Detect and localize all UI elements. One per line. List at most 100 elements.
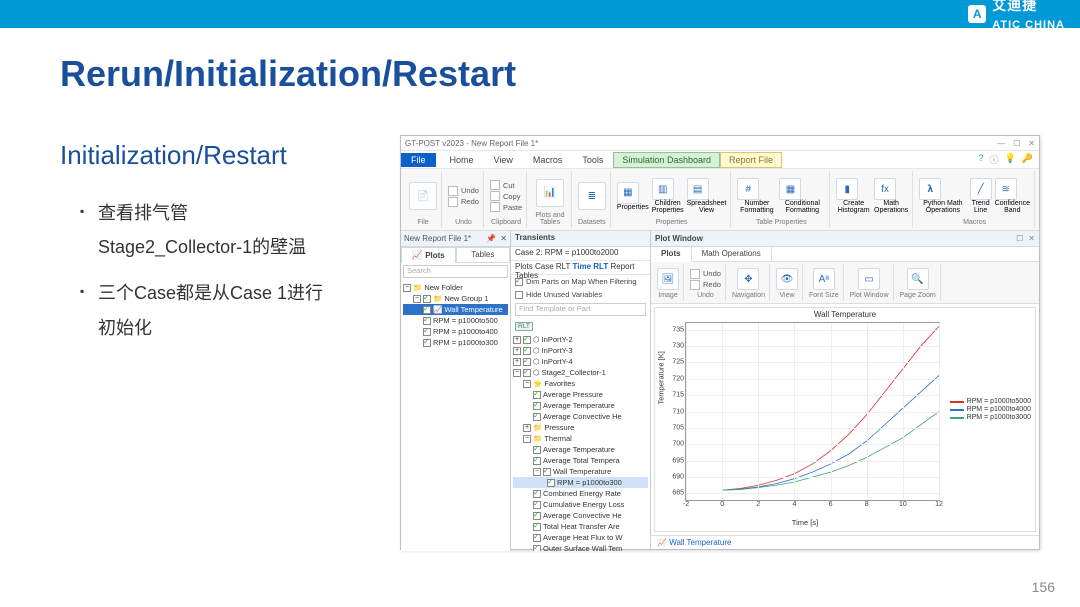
menubar: File Home View Macros Tools Simulation D… — [401, 151, 1039, 169]
maximize-icon[interactable]: ☐ — [1013, 139, 1020, 148]
file-icon[interactable]: 📄 — [409, 182, 437, 210]
tree-stage2[interactable]: −⬡ Stage2_Collector-1 — [513, 367, 648, 378]
cut-icon — [490, 180, 500, 190]
redo-icon — [690, 280, 700, 290]
rlt-tag: RLT — [515, 322, 533, 331]
close-panel-icon[interactable]: ✕ — [500, 234, 507, 243]
tree-rpm-selected[interactable]: RPM = p1000to300 — [513, 477, 648, 488]
close-icon[interactable]: ✕ — [1028, 139, 1035, 148]
tree-thermal[interactable]: −📁 Thermal — [513, 433, 648, 444]
case-line: Case 2: RPM = p1000to2000 — [511, 247, 650, 261]
plot-window-title: Plot Window — [655, 234, 703, 243]
navigation-icon[interactable]: ✥ — [737, 268, 759, 290]
number-format-icon[interactable]: # — [737, 178, 759, 200]
plot-tab-plots[interactable]: Plots — [651, 247, 692, 262]
plot-close-icon[interactable]: ✕ — [1028, 234, 1035, 243]
cut-button[interactable]: Cut — [490, 180, 522, 190]
chart-ylabel: Temperature [K] — [657, 351, 666, 404]
copy-button[interactable]: Copy — [490, 191, 522, 201]
undo-button[interactable]: Undo — [448, 186, 479, 196]
mid-tabs[interactable]: Plots Case RLT Time RLT Report Tables — [511, 261, 650, 275]
tab-simulation-dashboard[interactable]: Simulation Dashboard — [613, 152, 720, 168]
tree-avg-temp2[interactable]: Average Temperature — [513, 444, 648, 455]
find-template-input[interactable]: Find Template or Part — [515, 303, 646, 316]
tree-avg-total-temp[interactable]: Average Total Tempera — [513, 455, 648, 466]
tree-cum-energy[interactable]: Cumulative Energy Loss — [513, 499, 648, 510]
minimize-icon[interactable]: — — [997, 139, 1005, 148]
copy-icon — [490, 191, 500, 201]
tree-inporty4[interactable]: +⬡ InPortY-4 — [513, 356, 648, 367]
tree-rpm-3[interactable]: RPM = p1000to300 — [403, 337, 508, 348]
key-icon[interactable]: 🔑 — [1022, 153, 1033, 166]
tree-avg-pressure[interactable]: Average Pressure — [513, 389, 648, 400]
tab-plots[interactable]: 📈 Plots — [401, 247, 456, 263]
tree-avg-temp[interactable]: Average Temperature — [513, 400, 648, 411]
plot-bottom-tab[interactable]: 📈 Wall Temperature — [651, 535, 1039, 551]
font-size-icon[interactable]: Aᵃ — [813, 268, 835, 290]
slide-title: Rerun/Initialization/Restart — [0, 28, 1080, 95]
confidence-band-icon[interactable]: ≋ — [995, 178, 1017, 200]
tree-pressure[interactable]: +📁 Pressure — [513, 422, 648, 433]
cond-format-icon[interactable]: ▦ — [779, 178, 801, 200]
tree-total-heat[interactable]: Total Heat Transfer Are — [513, 521, 648, 532]
menu-tools[interactable]: Tools — [572, 153, 613, 167]
plot-window-panel: Plot Window☐✕ Plots Math Operations 🖼Ima… — [651, 231, 1039, 551]
menu-macros[interactable]: Macros — [523, 153, 573, 167]
chart-legend: RPM = p1000to5000RPM = p1000to4000RPM = … — [950, 397, 1031, 422]
info-icon[interactable]: ⓘ — [990, 153, 999, 166]
tree-wall-temp-var[interactable]: −Wall Temperature — [513, 466, 648, 477]
tree-combined-energy[interactable]: Combined Energy Rate — [513, 488, 648, 499]
redo-button[interactable]: Redo — [448, 197, 479, 207]
spreadsheet-icon[interactable]: ▤ — [687, 178, 709, 200]
datasets-icon[interactable]: ≣ — [578, 182, 606, 210]
python-icon[interactable]: λ — [919, 178, 941, 200]
tree-inporty3[interactable]: +⬡ InPortY-3 — [513, 345, 648, 356]
search-input[interactable]: Search — [403, 265, 508, 278]
tree-rpm-2[interactable]: RPM = p1000to400 — [403, 326, 508, 337]
pin-icon[interactable]: 📌 — [486, 234, 496, 243]
view-icon[interactable]: 👁 — [776, 268, 798, 290]
tree-avg-conv-he[interactable]: Average Convective He — [513, 411, 648, 422]
plot-redo-button[interactable]: Redo — [690, 280, 721, 290]
file-menu-button[interactable]: File — [401, 153, 436, 167]
brand-cn: 艾迪捷 — [992, 0, 1037, 13]
page-zoom-icon[interactable]: 🔍 — [907, 268, 929, 290]
chart: Wall Temperature Temperature [K] Time [s… — [654, 307, 1036, 532]
plots-tables-icon[interactable]: 📊 — [536, 179, 564, 207]
undo-icon — [690, 269, 700, 279]
paste-icon — [490, 202, 500, 212]
tree-new-group[interactable]: −📁 New Group 1 — [403, 293, 508, 304]
menu-view[interactable]: View — [484, 153, 523, 167]
report-tree-panel: New Report File 1* 📌 ✕ 📈 Plots Tables Sear… — [401, 231, 511, 551]
help-icon[interactable]: ? — [979, 153, 984, 166]
menu-home[interactable]: Home — [440, 153, 484, 167]
tree-outer-surface[interactable]: Outer Surface Wall Tem — [513, 543, 648, 551]
image-icon[interactable]: 🖼 — [657, 268, 679, 290]
children-props-icon[interactable]: ▥ — [652, 178, 674, 200]
tab-report-file[interactable]: Report File — [720, 152, 782, 168]
math-ops-icon[interactable]: fx — [874, 178, 896, 200]
tree-inporty2[interactable]: +⬡ InPortY-2 — [513, 334, 648, 345]
trend-line-icon[interactable]: ╱ — [970, 178, 992, 200]
variables-tree: +⬡ InPortY-2 +⬡ InPortY-3 +⬡ InPortY-4 −… — [511, 332, 650, 551]
undo-icon — [448, 186, 458, 196]
dim-parts-checkbox[interactable]: Dim Parts on Map When Filtering — [511, 275, 650, 288]
tree-wall-temperature[interactable]: 📈 Wall Temperature — [403, 304, 508, 315]
hide-unused-checkbox[interactable]: Hide Unused Variables — [511, 288, 650, 301]
plot-maximize-icon[interactable]: ☐ — [1016, 234, 1023, 243]
left-panel-title: New Report File 1* — [404, 234, 471, 243]
tree-new-folder[interactable]: −📁 New Folder — [403, 282, 508, 293]
tree-avg-heat-flux[interactable]: Average Heat Flux to W — [513, 532, 648, 543]
bulb-icon[interactable]: 💡 — [1005, 153, 1016, 166]
plot-tab-math[interactable]: Math Operations — [692, 247, 772, 261]
properties-icon[interactable]: ▦ — [617, 182, 639, 204]
tree-favorites[interactable]: −⭐ Favorites — [513, 378, 648, 389]
tab-tables[interactable]: Tables — [456, 247, 511, 263]
paste-button[interactable]: Paste — [490, 202, 522, 212]
tree-rpm-1[interactable]: RPM = p1000to500 — [403, 315, 508, 326]
plot-window-icon[interactable]: ▭ — [858, 268, 880, 290]
tree-avg-conv-he2[interactable]: Average Convective He — [513, 510, 648, 521]
histogram-icon[interactable]: ▮ — [836, 178, 858, 200]
plot-undo-button[interactable]: Undo — [690, 269, 721, 279]
chart-plot-area[interactable]: 685690695700705710715720725730735-202468… — [685, 322, 940, 501]
